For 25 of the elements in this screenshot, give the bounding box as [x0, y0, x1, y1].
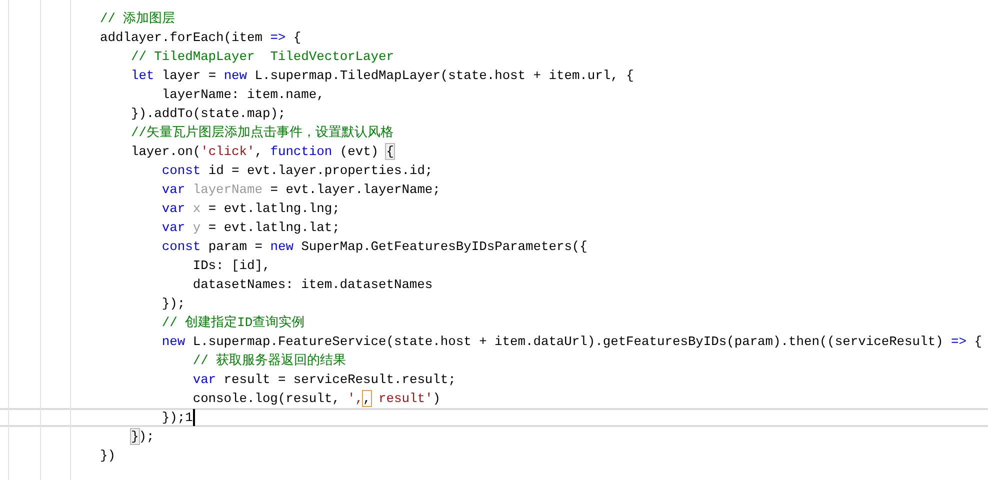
code-line: console.log(result, ',, result'): [192, 390, 440, 408]
code-line: });: [160, 295, 186, 313]
code-line: //矢量瓦片图层添加点击事件，设置默认风格: [130, 124, 394, 142]
code-line: }): [100, 447, 116, 465]
code-line: let layer = new L.supermap.TiledMapLayer(state.host + item.url, {: [130, 67, 634, 85]
code-line: var x = evt.latlng.lng;: [160, 200, 340, 218]
text-cursor: [192, 409, 195, 426]
code-line: // 添加图层: [100, 10, 176, 28]
code-line: var result = serviceResult.result;: [192, 371, 456, 389]
code-line: });1: [160, 409, 193, 427]
code-line: IDs: [id],: [192, 257, 270, 275]
code-line: layer.on('click', function (evt) {: [130, 143, 394, 161]
code-line: datasetNames: item.datasetNames: [192, 276, 433, 294]
code-line: const param = new SuperMap.GetFeaturesByIDsParameters({: [160, 238, 588, 256]
code-line: });: [130, 428, 154, 446]
code-line: // 创建指定ID查询实例: [160, 314, 305, 332]
code-line: // 获取服务器返回的结果: [192, 352, 346, 370]
code-line: addlayer.forEach(item => {: [100, 29, 302, 47]
code-line: const id = evt.layer.properties.id;: [160, 162, 433, 180]
code-line: var y = evt.latlng.lat;: [160, 219, 340, 237]
code-line: new L.supermap.FeatureService(state.host + item.dataUrl).getFeaturesByIDs(param).then((serviceResult) => {: [160, 333, 982, 351]
code-line: var layerName = evt.layer.layerName;: [160, 181, 440, 199]
code-line: // TiledMapLayer TiledVectorLayer: [130, 48, 394, 66]
code-line: layerName: item.name,: [160, 86, 324, 104]
code-line: }).addTo(state.map);: [130, 105, 286, 123]
